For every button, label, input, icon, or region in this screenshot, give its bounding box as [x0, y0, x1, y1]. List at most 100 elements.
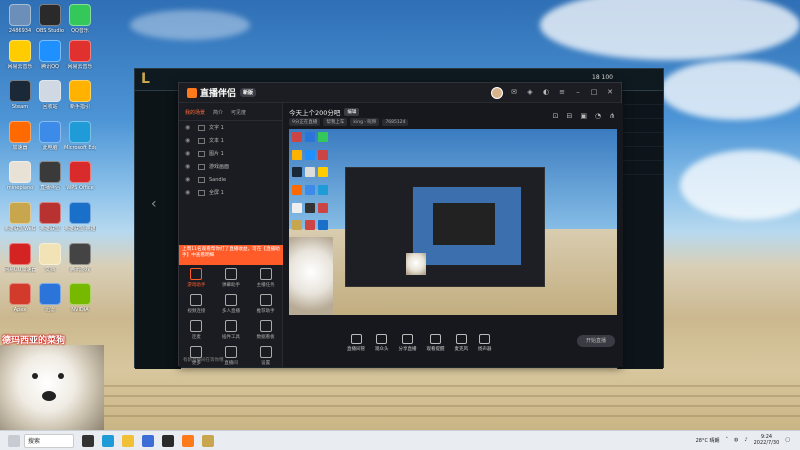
desktop-icon[interactable]: 加速器 — [4, 121, 36, 151]
desktop-icon[interactable]: 腾讯游戏 — [64, 243, 96, 273]
desktop-icon[interactable]: OBS Studio — [34, 4, 66, 34]
desktop-icon[interactable]: 英雄联盟WeGame版 — [4, 202, 36, 232]
edit-button[interactable]: 编辑 — [344, 108, 360, 116]
desktop-icon[interactable]: 新手指引 — [64, 80, 96, 110]
eye-icon[interactable]: ◉ — [185, 137, 192, 144]
stream-preview[interactable] — [289, 129, 617, 315]
friend-row[interactable] — [618, 133, 663, 147]
eye-icon[interactable]: ◉ — [185, 189, 192, 196]
desktop-icon[interactable]: 网易云音乐 — [4, 40, 36, 70]
avatar[interactable] — [491, 87, 503, 99]
footer-notice[interactable]: 有新直播间在等你哦 — [183, 357, 224, 363]
network-icon[interactable]: ◍ — [734, 437, 738, 443]
weather-text[interactable]: 28°C 晴朗 — [696, 437, 720, 444]
desktop-icon[interactable]: 腾讯QQ — [34, 40, 66, 70]
room-tag[interactable]: 帮我上车 — [323, 118, 348, 126]
notification-icon[interactable]: ▢ — [785, 437, 790, 443]
desktop-icon[interactable]: 网易UU加速器 — [4, 243, 36, 273]
desktop-icon[interactable]: 英雄联盟 — [34, 202, 66, 232]
tool-button[interactable]: 设置 — [248, 346, 283, 366]
desktop-icon[interactable]: 迅雷 — [34, 283, 66, 313]
desktop-icon[interactable]: 此电脑 — [34, 121, 66, 151]
desktop-icon[interactable]: 网易云音乐 — [64, 40, 96, 70]
scene-item[interactable]: ◉ 图片 1 — [179, 147, 282, 160]
lol-friend-list[interactable] — [617, 91, 663, 369]
room-tag[interactable]: king - 昵称 — [350, 118, 380, 126]
tool-button[interactable]: 插件工具 — [214, 320, 249, 340]
tool-button[interactable]: 主播任务 — [248, 268, 283, 288]
eye-icon[interactable]: ◉ — [185, 176, 192, 183]
friend-row[interactable] — [618, 119, 663, 133]
tool-button[interactable]: 直播间 — [214, 346, 249, 366]
desktop-icon[interactable]: 2486934 — [4, 4, 36, 34]
desktop-icon[interactable]: WPS Office — [64, 161, 96, 191]
start-stream-button[interactable]: 开始直播 — [577, 335, 615, 347]
task-view-icon[interactable] — [82, 434, 94, 447]
lock-icon[interactable]: ⊟ — [567, 112, 573, 120]
bottom-tool-button[interactable]: 分享直播 — [399, 334, 417, 352]
eye-icon[interactable]: ◉ — [185, 163, 192, 170]
bottom-tool-button[interactable]: 观看提醒 — [427, 334, 445, 352]
store-icon[interactable] — [142, 434, 154, 447]
desktop-icon[interactable]: 文档 — [34, 243, 66, 273]
tool-button[interactable]: 更多 — [179, 346, 214, 366]
streaming-app-taskbar-icon[interactable] — [182, 434, 194, 447]
chevron-left-icon[interactable]: ‹ — [151, 196, 157, 212]
desktop-icon[interactable]: NVIDIA — [64, 283, 96, 313]
friend-row[interactable] — [618, 147, 663, 161]
bottom-tool-button[interactable]: 观众头 — [375, 334, 389, 352]
tool-button[interactable]: 视频连接 — [179, 294, 214, 314]
gift-icon[interactable]: ◈ — [525, 87, 535, 97]
scene-item[interactable]: ◉ 游戏画面 — [179, 160, 282, 173]
record-icon[interactable]: ⊡ — [553, 112, 559, 120]
desktop-icon[interactable]: QQ音乐 — [64, 4, 96, 34]
start-icon[interactable] — [8, 434, 20, 447]
desktop-icon[interactable]: 回收站 — [34, 80, 66, 110]
volume-icon[interactable]: ♪ — [744, 437, 747, 443]
skin-icon[interactable]: ◐ — [541, 87, 551, 97]
tool-button[interactable]: 推荐助手 — [248, 294, 283, 314]
desktop-icon[interactable]: 英雄联盟·英雄时刻 — [64, 202, 96, 232]
tab-visibility[interactable]: 可见度 — [231, 109, 246, 116]
layout-icon[interactable]: ▣ — [580, 112, 587, 120]
friend-row[interactable] — [618, 91, 663, 105]
eye-icon[interactable]: ◉ — [185, 150, 192, 157]
desktop-icon[interactable]: Microsoft Edge — [64, 121, 96, 151]
minimize-icon[interactable]: – — [573, 87, 583, 97]
scene-item[interactable]: ◉ 文字 1 — [179, 121, 282, 134]
lol-taskbar-icon[interactable] — [202, 434, 214, 447]
promo-banner[interactable]: 上周11名观看帮你打了直播收益，可在【直播助手】中查看明细 — [179, 245, 283, 265]
room-tag[interactable]: 9分正在直播 — [289, 118, 321, 126]
tool-button[interactable]: 游戏助手 — [179, 268, 214, 288]
bottom-tool-button[interactable]: 麦克风 — [455, 334, 468, 352]
folder-icon[interactable] — [122, 434, 134, 447]
clock[interactable]: 9:24 2022/7/30 — [754, 434, 780, 446]
share-icon[interactable]: ⋔ — [609, 112, 615, 120]
scene-item[interactable]: ◉ Sandie — [179, 173, 282, 186]
desktop-icon[interactable]: Apex — [4, 283, 36, 313]
tab-my-scenes[interactable]: 我的场景 — [185, 109, 205, 116]
menu-icon[interactable]: ≡ — [557, 87, 567, 97]
bottom-tool-button[interactable]: 扬声器 — [478, 334, 492, 352]
edge-icon[interactable] — [102, 434, 114, 447]
close-icon[interactable]: ✕ — [605, 87, 615, 97]
friend-row[interactable] — [618, 105, 663, 119]
tool-button[interactable]: 弹幕助手 — [214, 268, 249, 288]
desktop-icon[interactable]: 直播伴侣 — [34, 161, 66, 191]
scene-item[interactable]: ◉ 文本 1 — [179, 134, 282, 147]
mail-icon[interactable]: ✉ — [509, 87, 519, 97]
maximize-icon[interactable]: □ — [589, 87, 599, 97]
obs-taskbar-icon[interactable] — [162, 434, 174, 447]
desktop-icon[interactable]: Steam — [4, 80, 36, 110]
tool-button[interactable]: 数据看板 — [248, 320, 283, 340]
bottom-tool-button[interactable]: 直播间管 — [347, 334, 365, 352]
friend-row[interactable] — [618, 161, 663, 175]
room-tag[interactable]: 7685124 — [382, 118, 409, 126]
search-input[interactable]: 搜索 — [24, 433, 74, 448]
chevron-up-icon[interactable]: ˄ — [726, 437, 729, 443]
bell-icon[interactable]: ◔ — [595, 112, 601, 120]
tab-intro[interactable]: 简介 — [213, 109, 223, 116]
desktop-icon[interactable]: minepiano — [4, 161, 36, 191]
tool-button[interactable]: 连麦 — [179, 320, 214, 340]
streaming-app-window[interactable]: 直播伴侣 新版 ✉ ◈ ◐ ≡ – □ ✕ 我的场景 简介 可见度 ◉ 文字 1 ◉… — [178, 82, 623, 367]
